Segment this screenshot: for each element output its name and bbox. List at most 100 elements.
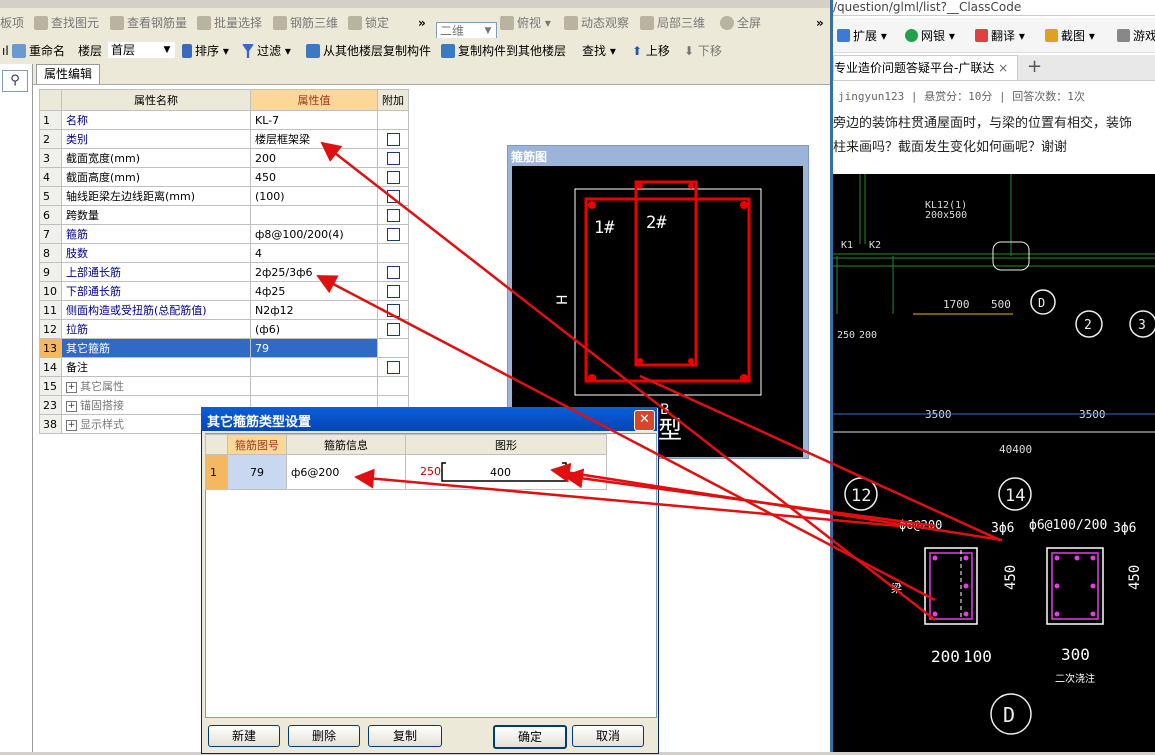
bookmark-translate[interactable]: 翻译 ▾ [975, 27, 1025, 44]
attach-checkbox-cell[interactable] [377, 300, 409, 320]
attach-checkbox-cell[interactable] [377, 319, 409, 339]
bookmark-screenshot[interactable]: 截图 ▾ [1045, 27, 1095, 44]
attach-checkbox-cell[interactable] [377, 129, 409, 149]
attach-checkbox[interactable] [386, 132, 400, 146]
property-value[interactable]: 450 [250, 167, 378, 187]
table-row[interactable]: 14 备注 [39, 357, 409, 377]
bookmark-extensions[interactable]: 扩展 ▾ [837, 27, 887, 44]
attach-checkbox[interactable] [386, 208, 400, 222]
orbit-button[interactable]: 动态观察 [564, 14, 629, 32]
table-row[interactable]: 3 截面宽度(mm) 200 [39, 148, 409, 168]
property-name[interactable]: 备注 [61, 357, 251, 377]
attach-checkbox-cell[interactable] [377, 148, 409, 168]
table-row[interactable]: 9 上部通长筋 2ф25/3ф6 [39, 262, 409, 282]
attach-checkbox-cell[interactable] [377, 262, 409, 282]
table-row[interactable]: 5 轴线距梁左边线距离(mm) (100) [39, 186, 409, 206]
property-name[interactable]: 跨数量 [61, 205, 251, 225]
property-value[interactable] [250, 205, 378, 225]
find-element-button[interactable]: 查找图元 [34, 14, 99, 32]
new-tab-button[interactable]: + [1027, 56, 1042, 77]
copy-to-floor-button[interactable]: 复制构件到其他楼层 [441, 42, 566, 60]
property-name[interactable]: 轴线距梁左边线距离(mm) [61, 186, 251, 206]
lock-button[interactable]: 锁定 [348, 14, 389, 32]
bookmark-games[interactable]: 游戏 [1117, 27, 1155, 44]
toolbar-item-board[interactable]: 板项 [0, 14, 24, 32]
ok-button[interactable]: 确定 [493, 725, 567, 749]
table-row[interactable]: 7 箍筋 ф8@100/200(4) [39, 224, 409, 244]
view-rebar-qty-button[interactable]: 查看钢筋量 [110, 14, 187, 32]
floor-select[interactable]: 首层 ▼ [108, 42, 175, 58]
table-row[interactable]: 12 拉筋 (ф6) [39, 319, 409, 339]
cancel-button[interactable]: 取消 [572, 725, 644, 747]
table-row[interactable]: 8 肢数 4 [39, 243, 409, 263]
property-name[interactable]: 侧面构造或受扭筋(总配筋值) [61, 300, 251, 320]
property-name[interactable]: 箍筋 [61, 224, 251, 244]
property-name[interactable]: 类别 [61, 129, 251, 149]
property-value[interactable]: (100) [250, 186, 378, 206]
table-row[interactable]: 13 其它箍筋 79 [39, 338, 409, 358]
group-name[interactable]: + 其它属性 [61, 376, 251, 396]
tab-property-edit[interactable]: 属性编辑 [36, 64, 100, 84]
attach-checkbox[interactable] [386, 170, 400, 184]
property-value[interactable]: (ф6) [250, 319, 378, 339]
property-value[interactable]: 4 [250, 243, 378, 263]
property-name[interactable]: 下部通长筋 [61, 281, 251, 301]
attach-checkbox-cell[interactable] [377, 167, 409, 187]
property-name[interactable]: 上部通长筋 [61, 262, 251, 282]
table-row[interactable]: 4 截面高度(mm) 450 [39, 167, 409, 187]
close-icon[interactable]: ✕ [634, 410, 655, 431]
property-value[interactable]: 楼层框架梁 [250, 129, 378, 149]
property-name[interactable]: 肢数 [61, 243, 251, 263]
stirrup-shape-cell[interactable]: 250 400 [405, 454, 607, 490]
attach-checkbox-cell[interactable] [377, 357, 409, 377]
attach-checkbox-cell[interactable] [377, 205, 409, 225]
property-name[interactable]: 名称 [61, 110, 251, 130]
property-value[interactable] [250, 357, 378, 377]
toolbar-more-left[interactable]: » [418, 14, 426, 32]
table-row[interactable]: 1 名称 KL-7 [39, 110, 409, 130]
copy-button[interactable]: 复制 [368, 725, 442, 747]
table-row[interactable]: 2 类别 楼层框架梁 [39, 129, 409, 149]
local-3d-button[interactable]: 局部三维 [640, 14, 705, 32]
delete-button[interactable]: 删除 [288, 725, 360, 747]
filter-button[interactable]: 过滤 ▾ [242, 42, 291, 60]
property-name[interactable]: 其它箍筋 [61, 338, 251, 358]
rename-button[interactable]: 重命名 [12, 42, 65, 60]
move-down-button[interactable]: ⬇ 下移 [684, 42, 722, 60]
property-value[interactable]: 2ф25/3ф6 [250, 262, 378, 282]
attach-checkbox[interactable] [386, 322, 400, 336]
attach-checkbox-cell[interactable] [377, 224, 409, 244]
attach-checkbox[interactable] [386, 151, 400, 165]
attach-checkbox[interactable] [386, 284, 400, 298]
expand-icon[interactable]: + [66, 419, 77, 431]
find-button[interactable]: 查找 ▾ [582, 42, 616, 60]
new-button[interactable]: 新建 [208, 725, 280, 747]
top-view-button[interactable]: 俯视 ▾ [500, 14, 551, 32]
expand-icon[interactable]: + [66, 381, 77, 393]
rebar-3d-button[interactable]: 钢筋三维 [273, 14, 338, 32]
table-row[interactable]: 1 79 ф6@200 250 400 [205, 454, 607, 490]
property-value[interactable]: ф8@100/200(4) [250, 224, 378, 244]
table-row[interactable]: 6 跨数量 [39, 205, 409, 225]
fullscreen-button[interactable]: 全屏 [720, 14, 761, 32]
browser-tab[interactable]: 专业造价问题答疑平台-广联达 × [833, 55, 1018, 80]
property-value[interactable]: KL-7 [250, 110, 378, 130]
expand-icon[interactable]: + [66, 400, 77, 412]
group-row[interactable]: 15 + 其它属性 [39, 376, 409, 396]
copy-from-floor-button[interactable]: 从其他楼层复制构件 [306, 42, 431, 60]
bookmark-bank[interactable]: 网银 ▾ [905, 27, 955, 44]
attach-checkbox-cell[interactable] [377, 281, 409, 301]
property-value[interactable]: 200 [250, 148, 378, 168]
batch-select-button[interactable]: 批量选择 [197, 14, 262, 32]
property-name[interactable]: 拉筋 [61, 319, 251, 339]
property-value[interactable]: 4ф25 [250, 281, 378, 301]
property-name[interactable]: 截面高度(mm) [61, 167, 251, 187]
attach-checkbox[interactable] [386, 227, 400, 241]
property-value[interactable]: 79 [250, 338, 378, 358]
attach-checkbox[interactable] [386, 360, 400, 374]
table-row[interactable]: 11 侧面构造或受扭筋(总配筋值) N2ф12 [39, 300, 409, 320]
attach-checkbox-cell[interactable] [377, 186, 409, 206]
url-bar[interactable]: /question/glml/list?__ClassCode [833, 0, 1155, 16]
tab-close-icon[interactable]: × [998, 61, 1008, 75]
sort-button[interactable]: 排序 ▾ [182, 42, 229, 60]
